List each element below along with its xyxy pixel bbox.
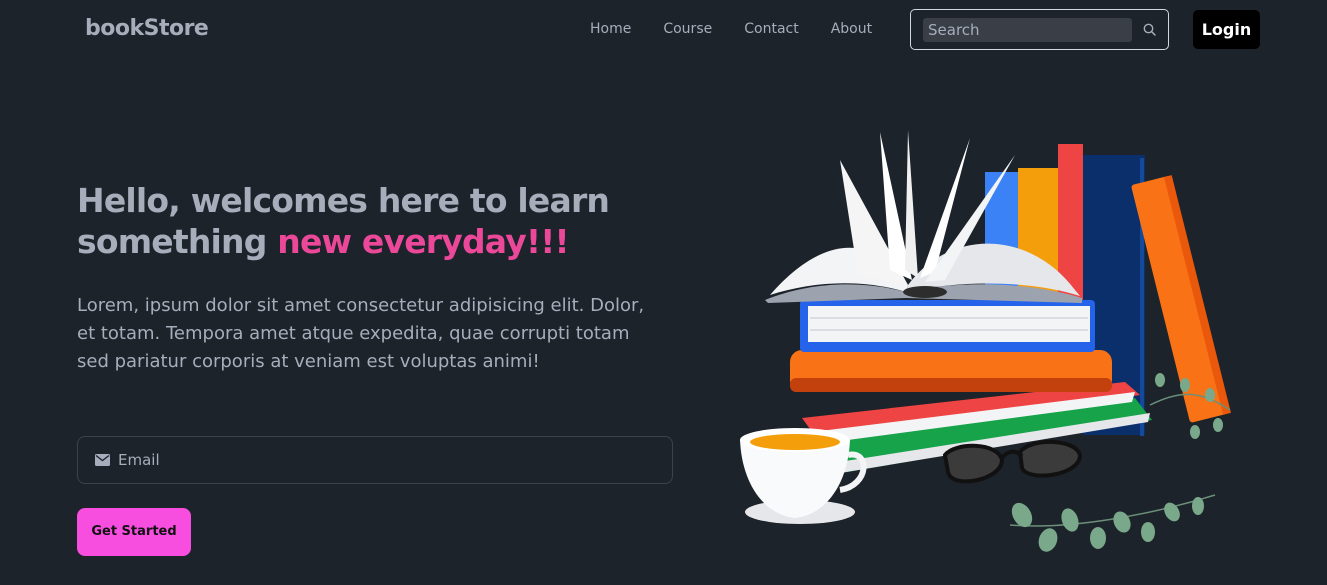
search-input[interactable] xyxy=(923,18,1132,42)
navbar: bookStore Home Course Contact About Logi… xyxy=(0,0,1327,60)
glasses xyxy=(942,439,1083,484)
teacup xyxy=(740,428,867,524)
get-started-button[interactable]: Get Started xyxy=(77,508,191,556)
brand-logo[interactable]: bookStore xyxy=(85,16,209,41)
nav-about[interactable]: About xyxy=(831,21,872,37)
search-box xyxy=(910,9,1169,50)
books-illustration xyxy=(740,130,1231,552)
email-input[interactable] xyxy=(118,445,658,475)
nav-course[interactable]: Course xyxy=(663,21,712,37)
login-button[interactable]: Login xyxy=(1193,10,1260,49)
nav-contact[interactable]: Contact xyxy=(744,21,798,37)
hero-title-accent: new everyday!!! xyxy=(277,222,569,261)
nav-menu: Home Course Contact About xyxy=(590,21,904,37)
hero-description: Lorem, ipsum dolor sit amet consectetur … xyxy=(77,295,645,372)
search-icon[interactable] xyxy=(1142,22,1158,38)
email-field xyxy=(77,436,673,484)
hero-title: Hello, welcomes here to learn something … xyxy=(77,180,677,262)
mail-icon xyxy=(95,454,110,466)
nav-home[interactable]: Home xyxy=(590,21,631,37)
